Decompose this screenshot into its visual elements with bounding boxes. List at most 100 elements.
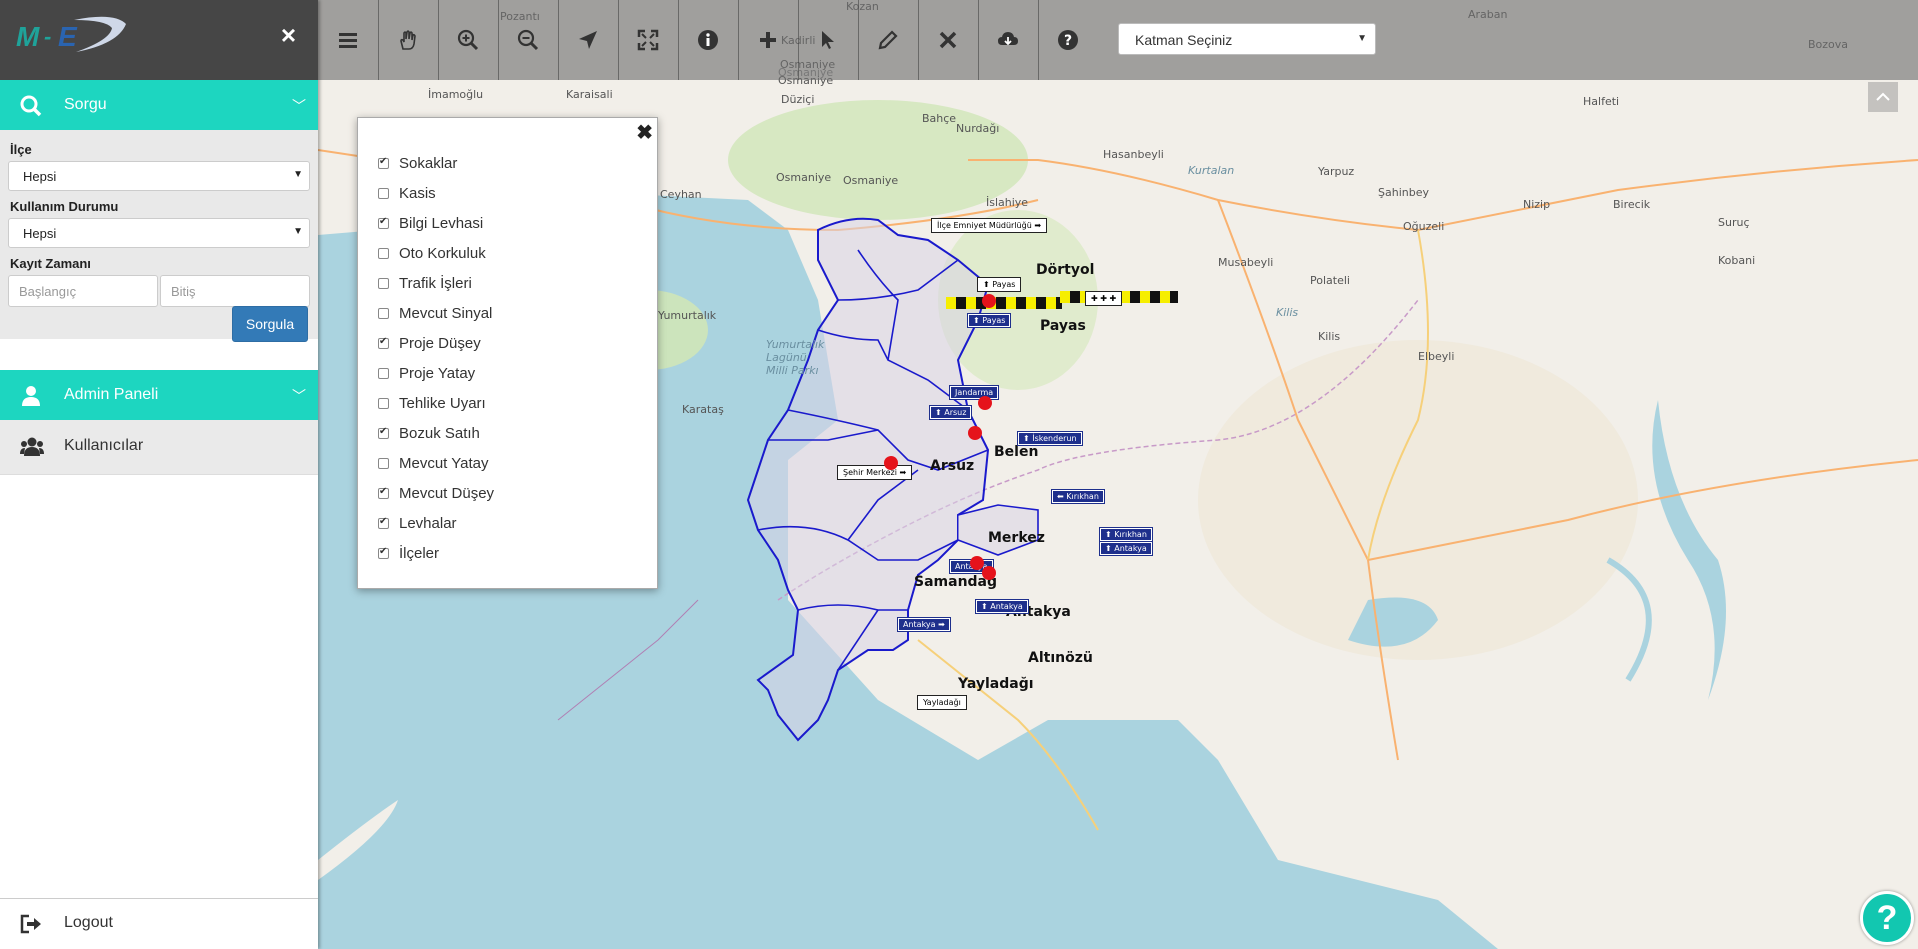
navigate-icon: [579, 31, 597, 49]
layer-checkbox[interactable]: [378, 516, 389, 529]
sidebar-close-button[interactable]: ×: [281, 22, 296, 48]
svg-text:?: ?: [1064, 33, 1072, 49]
zoom-in-button[interactable]: [438, 0, 499, 80]
admin-section-title: Admin Paneli: [64, 386, 159, 403]
layer-checkbox[interactable]: [378, 156, 389, 169]
query-panel: İlçe Hepsi ▼ Kullanım Durumu Hepsi ▼ Kay…: [0, 130, 318, 342]
app-logo: M - E: [16, 16, 126, 52]
layer-checkbox[interactable]: [378, 307, 389, 319]
clear-button[interactable]: [918, 0, 979, 80]
info-button[interactable]: [678, 0, 739, 80]
layer-row[interactable]: Tehlike Uyarı: [378, 388, 494, 418]
search-icon: [20, 95, 42, 117]
help-tool-button[interactable]: ?: [1038, 0, 1098, 80]
layer-checkbox[interactable]: [378, 457, 389, 469]
draw-button[interactable]: [858, 0, 919, 80]
logout-icon: [20, 914, 41, 934]
svg-text:-: -: [44, 24, 51, 49]
layer-label: Mevcut Düşey: [399, 484, 495, 502]
layer-row[interactable]: Bilgi Levhasi: [378, 208, 494, 238]
district-select-value: Hepsi: [23, 169, 57, 184]
layer-row[interactable]: Bozuk Satıh: [378, 418, 494, 448]
menu-icon: [339, 33, 357, 48]
record-time-label: Kayıt Zamanı: [10, 256, 91, 271]
layer-row[interactable]: Mevcut Düşey: [378, 478, 494, 508]
chevron-down-icon: ▼: [293, 169, 303, 180]
layer-label: Trafik İşleri: [399, 274, 472, 292]
layer-label: Bozuk Satıh: [399, 424, 480, 442]
chevron-up-icon: [1876, 92, 1890, 101]
usage-status-label: Kullanım Durumu: [10, 199, 119, 214]
layer-row[interactable]: Proje Düşey: [378, 328, 494, 358]
select-button[interactable]: [798, 0, 859, 80]
zoom-out-icon: [517, 29, 539, 51]
pan-button[interactable]: [378, 0, 439, 80]
add-button[interactable]: [738, 0, 799, 80]
logout-button[interactable]: Logout: [0, 898, 318, 949]
download-button[interactable]: [978, 0, 1039, 80]
help-icon: ?: [1058, 30, 1078, 50]
admin-section-header[interactable]: Admin Paneli ﹀: [0, 370, 318, 420]
layer-checkbox[interactable]: [378, 486, 389, 499]
layer-row[interactable]: İlçeler: [378, 538, 494, 568]
layer-label: Bilgi Levhasi: [399, 214, 484, 232]
layer-row[interactable]: Mevcut Sinyal: [378, 298, 494, 328]
cloud-download-icon: [998, 32, 1018, 46]
query-section-header[interactable]: Sorgu ﹀: [0, 80, 318, 130]
usage-status-select[interactable]: Hepsi ▼: [8, 218, 310, 248]
start-date-input[interactable]: Başlangıç: [8, 275, 158, 307]
layer-select[interactable]: Katman Seçiniz ▼: [1118, 23, 1376, 55]
plus-icon: [760, 32, 776, 48]
svg-text:M: M: [16, 21, 40, 52]
layer-row[interactable]: Levhalar: [378, 508, 494, 538]
fullscreen-icon: [637, 29, 659, 51]
layer-label: Oto Korkuluk: [399, 244, 486, 262]
end-date-input[interactable]: Bitiş: [160, 275, 310, 307]
layer-checkbox[interactable]: [378, 216, 389, 229]
locate-button[interactable]: [558, 0, 619, 80]
district-select[interactable]: Hepsi ▼: [8, 161, 310, 191]
menu-button[interactable]: [318, 0, 379, 80]
user-icon: [22, 386, 40, 406]
sidebar-item-users[interactable]: Kullanıcılar: [0, 420, 318, 475]
layer-checkbox[interactable]: [378, 546, 389, 559]
fullscreen-button[interactable]: [618, 0, 679, 80]
layer-label: Kasis: [399, 184, 436, 202]
query-button[interactable]: Sorgula: [232, 306, 308, 342]
query-section-title: Sorgu: [64, 96, 107, 113]
layer-checkbox[interactable]: [378, 247, 389, 259]
chevron-down-icon: ﹀: [292, 98, 306, 114]
svg-text:E: E: [58, 21, 78, 52]
sidebar-item-label: Kullanıcılar: [64, 437, 144, 454]
collapse-button[interactable]: [1868, 82, 1898, 112]
district-label: İlçe: [10, 142, 32, 157]
layer-list: Sokaklar Kasis Bilgi Levhasi Oto Korkuluk Tr…: [378, 148, 494, 568]
layer-checkbox[interactable]: [378, 367, 389, 379]
layer-row[interactable]: Kasis: [378, 178, 494, 208]
help-button[interactable]: ?: [1860, 891, 1914, 945]
layer-checkbox[interactable]: [378, 336, 389, 349]
layer-row[interactable]: Oto Korkuluk: [378, 238, 494, 268]
layer-row[interactable]: Trafik İşleri: [378, 268, 494, 298]
usage-status-select-value: Hepsi: [23, 226, 57, 241]
pencil-icon: [878, 30, 898, 50]
layer-checkbox[interactable]: [378, 426, 389, 439]
hand-icon: [400, 30, 416, 50]
sidebar-header: M - E ×: [0, 0, 318, 80]
close-icon: [939, 31, 957, 49]
zoom-in-icon: [457, 29, 479, 51]
layer-row[interactable]: Mevcut Yatay: [378, 448, 494, 478]
layer-checkbox[interactable]: [378, 397, 389, 409]
layer-row[interactable]: Proje Yatay: [378, 358, 494, 388]
popup-close-button[interactable]: ✖: [636, 120, 653, 145]
info-icon: [698, 30, 718, 50]
layer-label: Tehlike Uyarı: [399, 394, 486, 412]
chevron-down-icon: ▼: [1357, 33, 1367, 44]
layer-row[interactable]: Sokaklar: [378, 148, 494, 178]
zoom-out-button[interactable]: [498, 0, 559, 80]
sidebar: M - E × Sorgu ﹀ İlçe Hepsi ▼ Kullanım Du…: [0, 0, 318, 949]
layer-label: Sokaklar: [399, 154, 458, 172]
layer-checkbox[interactable]: [378, 277, 389, 289]
layer-checkbox[interactable]: [378, 187, 389, 199]
layer-label: Levhalar: [399, 514, 457, 532]
